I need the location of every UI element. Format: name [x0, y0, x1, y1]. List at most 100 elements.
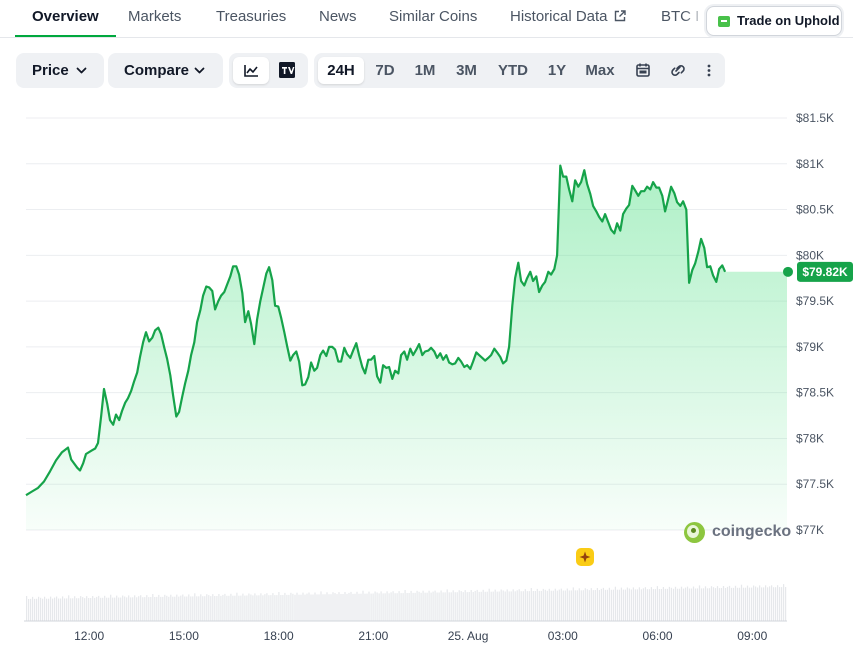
price-point [448, 361, 450, 363]
price-point [424, 350, 426, 352]
tab-historical-data[interactable]: Historical Data [510, 0, 626, 35]
price-point [55, 459, 57, 461]
volume-bar [496, 591, 498, 621]
volume-bar [46, 598, 48, 621]
compare-dropdown[interactable]: Compare [108, 53, 223, 88]
range-ytd-button[interactable]: YTD [491, 57, 535, 84]
volume-bar [42, 598, 44, 621]
volume-bar [356, 591, 358, 621]
price-point [493, 348, 495, 350]
price-dropdown[interactable]: Price [16, 53, 104, 88]
volume-bar [702, 588, 705, 621]
volume-bar [538, 590, 540, 621]
price-point [451, 363, 453, 365]
range-1m-button[interactable]: 1M [408, 57, 442, 84]
volume-bar [494, 589, 496, 621]
price-point [286, 345, 288, 347]
volume-bar [458, 590, 460, 621]
price-chart[interactable]: $77K $77.5K $78K $78.5K $79K $79.5K $80K $80.5K… [0, 100, 853, 651]
volume-bar [714, 588, 717, 621]
price-point [463, 366, 465, 368]
range-7d-button[interactable]: 7D [368, 57, 402, 84]
range-3m-button[interactable]: 3M [449, 57, 484, 84]
volume-bar [354, 593, 356, 621]
price-point [535, 275, 537, 277]
price-point [376, 375, 378, 377]
volume-bar [698, 585, 701, 621]
price-point [100, 414, 102, 416]
more-options-button[interactable] [697, 57, 721, 84]
price-point [541, 284, 543, 286]
volume-bar [276, 595, 278, 621]
volume-bar [462, 592, 464, 621]
tab-similar-coins[interactable]: Similar Coins [389, 0, 477, 35]
line-chart-button[interactable] [233, 57, 269, 84]
price-point [619, 229, 621, 231]
share-link-button[interactable] [663, 57, 693, 84]
volume-bar [566, 588, 568, 621]
tradingview-button[interactable] [271, 57, 304, 84]
volume-bar [208, 595, 210, 621]
range-max-button[interactable]: Max [579, 57, 621, 84]
y-tick-label: $78.5K [796, 386, 834, 400]
volume-bar [482, 589, 484, 621]
volume-bar [562, 590, 564, 621]
tab-news[interactable]: News [319, 0, 357, 35]
price-point [94, 447, 96, 449]
y-tick-label: $77.5K [796, 477, 834, 491]
volume-bar [362, 590, 364, 621]
price-point [472, 360, 474, 362]
volume-bar [744, 587, 747, 621]
volume-bar [632, 587, 634, 621]
volume-bar [152, 594, 154, 621]
price-point [460, 360, 462, 362]
volume-bar [678, 588, 681, 621]
range-24h-button[interactable]: 24H [318, 57, 364, 84]
volume-bar [140, 595, 142, 621]
volume-bar [650, 587, 652, 621]
volume-bar [40, 597, 42, 621]
price-point [697, 251, 699, 253]
volume-bar [480, 591, 482, 621]
price-point [475, 351, 477, 353]
price-point [577, 186, 579, 188]
volume-bar [214, 596, 216, 621]
event-marker-icon[interactable] [575, 547, 595, 567]
price-point [571, 200, 573, 202]
volume-bar [588, 590, 590, 621]
price-point [178, 411, 180, 413]
chart-style-toggle [229, 53, 308, 88]
chevron-down-icon [194, 67, 205, 74]
volume-bar [504, 591, 506, 621]
price-point [313, 370, 315, 372]
price-point [631, 185, 633, 187]
volume-bar [390, 592, 392, 621]
price-point [118, 419, 120, 421]
volume-bar [348, 592, 350, 621]
volume-bar [296, 592, 298, 621]
price-point [304, 383, 306, 385]
trade-on-uphold-button[interactable]: Trade on Uphold [706, 6, 842, 36]
x-tick-label: 18:00 [264, 629, 294, 643]
x-tick-label: 21:00 [358, 629, 388, 643]
volume-bar [128, 595, 130, 621]
calendar-button[interactable] [628, 57, 658, 84]
tab-markets[interactable]: Markets [128, 0, 181, 35]
price-point [226, 283, 228, 285]
price-point [91, 449, 93, 451]
price-point [565, 175, 567, 177]
volume-bar [290, 592, 292, 621]
volume-bar [488, 588, 490, 621]
volume-bar [160, 596, 162, 621]
volume-bar [785, 587, 787, 621]
price-point [301, 384, 303, 386]
price-point [589, 193, 591, 195]
volume-bar [696, 588, 699, 621]
price-point [706, 266, 708, 268]
volume-bar [690, 588, 693, 621]
tab-overview[interactable]: Overview [15, 0, 116, 37]
price-point [241, 292, 243, 294]
range-1y-button[interactable]: 1Y [541, 57, 573, 84]
tab-treasuries[interactable]: Treasuries [216, 0, 286, 35]
uphold-logo-icon [718, 16, 730, 27]
